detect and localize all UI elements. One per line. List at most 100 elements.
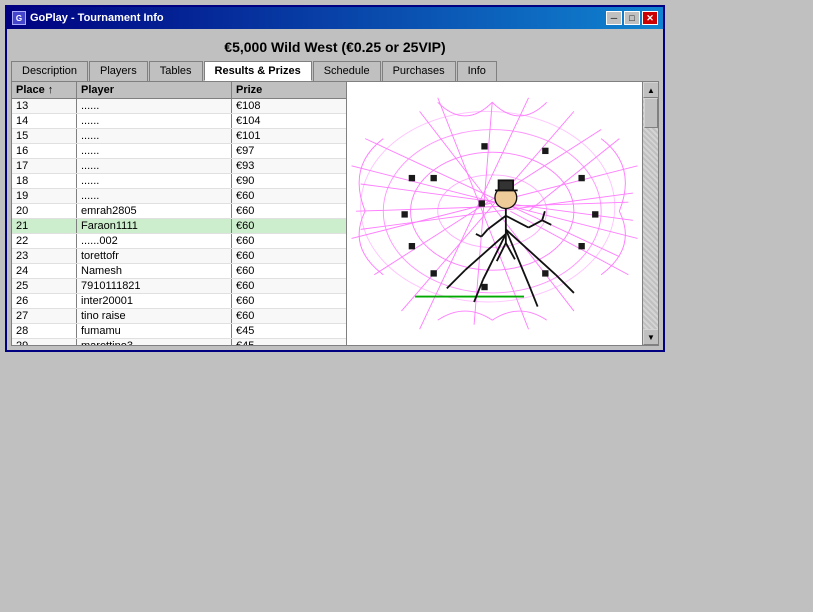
tab-players[interactable]: Players: [89, 61, 148, 81]
cell-place: 20: [12, 204, 77, 218]
table-header: Place ↑ Player Prize: [12, 82, 346, 99]
cell-player: ......: [77, 144, 232, 158]
scroll-thumb[interactable]: [644, 98, 658, 128]
cell-player: 7910111821: [77, 279, 232, 293]
cell-place: 26: [12, 294, 77, 308]
map-svg: [347, 82, 642, 345]
table-row: 14......€104: [12, 114, 346, 129]
col-header-player: Player: [77, 82, 232, 98]
main-window: G GoPlay - Tournament Info ─ □ ✕ €5,000 …: [5, 5, 665, 352]
cell-place: 18: [12, 174, 77, 188]
cell-prize: €60: [232, 279, 342, 293]
tab-purchases[interactable]: Purchases: [382, 61, 456, 81]
cell-prize: €60: [232, 249, 342, 263]
cell-player: inter20001: [77, 294, 232, 308]
cell-prize: €90: [232, 174, 342, 188]
tab-schedule[interactable]: Schedule: [313, 61, 381, 81]
tab-bar: Description Players Tables Results & Pri…: [11, 61, 659, 81]
table-row: 21Faraon1111€60: [12, 219, 346, 234]
cell-prize: €60: [232, 309, 342, 323]
cell-prize: €45: [232, 324, 342, 338]
cell-prize: €45: [232, 339, 342, 345]
results-table: Place ↑ Player Prize 13......€10814.....…: [12, 82, 347, 345]
cell-player: ......: [77, 99, 232, 113]
cell-player: fumamu: [77, 324, 232, 338]
cell-place: 29: [12, 339, 77, 345]
table-row: 15......€101: [12, 129, 346, 144]
app-icon: G: [12, 11, 26, 25]
table-row: 20emrah2805€60: [12, 204, 346, 219]
cell-player: ......: [77, 189, 232, 203]
cell-prize: €60: [232, 264, 342, 278]
table-row: 29marettino3€45: [12, 339, 346, 345]
window-title: GoPlay - Tournament Info: [30, 12, 164, 24]
table-row: 257910111821€60: [12, 279, 346, 294]
cell-place: 19: [12, 189, 77, 203]
cell-prize: €60: [232, 219, 342, 233]
window-body: €5,000 Wild West (€0.25 or 25VIP) Descri…: [7, 29, 663, 350]
table-row: 28fumamu€45: [12, 324, 346, 339]
table-body: 13......€10814......€10415......€10116..…: [12, 99, 346, 345]
cell-place: 25: [12, 279, 77, 293]
tab-results[interactable]: Results & Prizes: [204, 61, 312, 81]
col-header-prize: Prize: [232, 82, 342, 98]
cell-place: 17: [12, 159, 77, 173]
col-header-place: Place ↑: [12, 82, 77, 98]
table-row: 24Namesh€60: [12, 264, 346, 279]
cell-player: ......002: [77, 234, 232, 248]
scroll-track: [643, 98, 658, 329]
cell-place: 13: [12, 99, 77, 113]
titlebar-buttons: ─ □ ✕: [606, 11, 658, 25]
table-row: 18......€90: [12, 174, 346, 189]
tab-description[interactable]: Description: [11, 61, 88, 81]
cell-player: emrah2805: [77, 204, 232, 218]
cell-player: Namesh: [77, 264, 232, 278]
scroll-down-button[interactable]: ▼: [643, 329, 659, 345]
cell-prize: €60: [232, 294, 342, 308]
map-section: [347, 82, 642, 345]
maximize-button[interactable]: □: [624, 11, 640, 25]
cell-prize: €60: [232, 204, 342, 218]
tournament-title: €5,000 Wild West (€0.25 or 25VIP): [11, 33, 659, 61]
cell-prize: €104: [232, 114, 342, 128]
cell-prize: €108: [232, 99, 342, 113]
cell-place: 21: [12, 219, 77, 233]
cell-prize: €60: [232, 234, 342, 248]
cell-place: 14: [12, 114, 77, 128]
cell-prize: €101: [232, 129, 342, 143]
scrollbar[interactable]: ▲ ▼: [642, 82, 658, 345]
cell-player: ......: [77, 174, 232, 188]
cell-player: ......: [77, 114, 232, 128]
cell-prize: €60: [232, 189, 342, 203]
close-button[interactable]: ✕: [642, 11, 658, 25]
table-row: 17......€93: [12, 159, 346, 174]
minimize-button[interactable]: ─: [606, 11, 622, 25]
cell-prize: €93: [232, 159, 342, 173]
cell-place: 16: [12, 144, 77, 158]
table-row: 16......€97: [12, 144, 346, 159]
table-row: 26inter20001€60: [12, 294, 346, 309]
table-row: 23torettofr€60: [12, 249, 346, 264]
cell-player: tino raise: [77, 309, 232, 323]
cell-prize: €97: [232, 144, 342, 158]
table-row: 13......€108: [12, 99, 346, 114]
cell-player: Faraon1111: [77, 219, 232, 233]
cell-player: ......: [77, 129, 232, 143]
cell-place: 27: [12, 309, 77, 323]
cell-place: 24: [12, 264, 77, 278]
tab-tables[interactable]: Tables: [149, 61, 203, 81]
titlebar: G GoPlay - Tournament Info ─ □ ✕: [7, 7, 663, 29]
cell-place: 28: [12, 324, 77, 338]
cell-player: ......: [77, 159, 232, 173]
table-row: 22......002€60: [12, 234, 346, 249]
titlebar-left: G GoPlay - Tournament Info: [12, 11, 164, 25]
table-row: 19......€60: [12, 189, 346, 204]
cell-place: 23: [12, 249, 77, 263]
cell-player: torettofr: [77, 249, 232, 263]
cell-place: 22: [12, 234, 77, 248]
scroll-up-button[interactable]: ▲: [643, 82, 659, 98]
cell-player: marettino3: [77, 339, 232, 345]
tab-info[interactable]: Info: [457, 61, 497, 81]
table-row: 27tino raise€60: [12, 309, 346, 324]
cell-place: 15: [12, 129, 77, 143]
